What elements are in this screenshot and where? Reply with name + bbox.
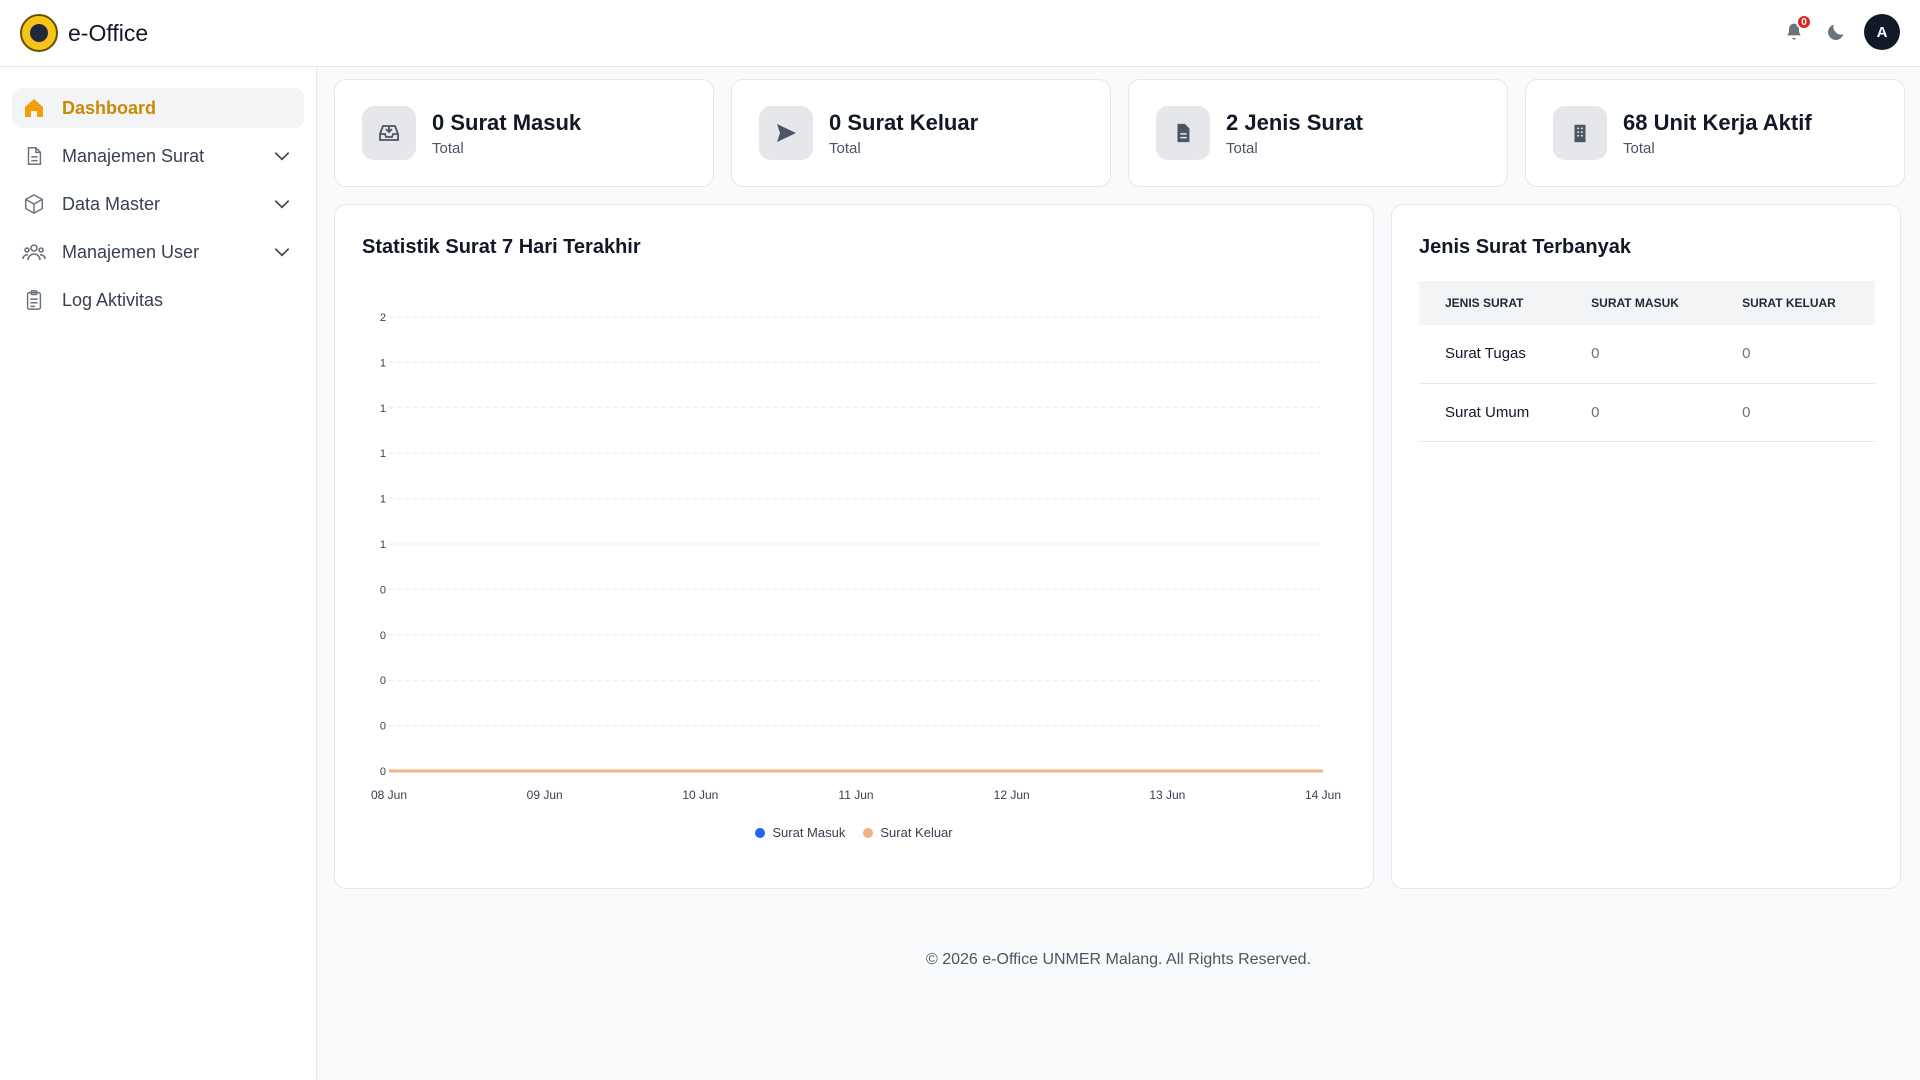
table-title: Jenis Surat Terbanyak (1419, 236, 1631, 258)
y-tick-label: 2 (380, 312, 386, 324)
x-tick-label: 10 Jun (682, 788, 718, 802)
y-tick-label: 0 (380, 721, 386, 733)
stat-card-unit-kerja[interactable]: 68 Unit Kerja Aktif Total (1525, 79, 1905, 187)
top-header: e-Office 0 A (0, 0, 1920, 67)
sidebar-item-label: Data Master (62, 193, 161, 214)
y-tick-label: 1 (380, 494, 386, 506)
brand[interactable]: e-Office (0, 14, 148, 52)
user-avatar[interactable]: A (1864, 14, 1900, 50)
table-card: Jenis Surat Terbanyak JENIS SURAT SURAT … (1391, 204, 1901, 889)
chart-legend: Surat Masuk Surat Keluar (335, 825, 1373, 840)
sidebar-item-manajemen-user[interactable]: Manajemen User (12, 232, 304, 272)
cube-icon (22, 192, 46, 216)
building-icon (1553, 106, 1607, 160)
stat-title: 0 Surat Masuk (432, 109, 582, 135)
table-cell: 0 (1716, 325, 1875, 384)
table-row: Surat Tugas 0 0 (1419, 325, 1875, 384)
stat-title: 0 Surat Keluar (829, 109, 979, 135)
sidebar-item-manajemen-surat[interactable]: Manajemen Surat (12, 136, 304, 176)
column-header: JENIS SURAT (1419, 281, 1566, 325)
table-header-row: JENIS SURAT SURAT MASUK SURAT KELUAR (1419, 281, 1875, 325)
stat-subtitle: Total (1226, 139, 1258, 157)
stat-title: 68 Unit Kerja Aktif (1623, 109, 1812, 135)
sidebar-item-log-aktivitas[interactable]: Log Aktivitas (12, 280, 304, 320)
document-icon (22, 144, 46, 168)
y-tick-label: 0 (380, 584, 386, 596)
dark-mode-toggle[interactable] (1822, 18, 1850, 46)
x-tick-label: 11 Jun (838, 788, 873, 802)
users-icon (22, 240, 46, 264)
chevron-down-icon (274, 152, 290, 161)
table-cell: Surat Umum (1419, 383, 1566, 442)
legend-dot (863, 827, 874, 838)
stat-title: 2 Jenis Surat (1226, 109, 1363, 135)
notification-button[interactable]: 0 (1780, 14, 1812, 46)
sidebar-item-label: Dashboard (62, 97, 157, 118)
y-tick-label: 1 (380, 357, 386, 369)
table-cell: 0 (1716, 383, 1875, 442)
y-tick-label: 0 (380, 630, 386, 642)
x-tick-label: 12 Jun (994, 788, 1030, 802)
sidebar-item-dashboard[interactable]: Dashboard (12, 88, 304, 128)
home-icon (22, 96, 46, 120)
stat-subtitle: Total (1623, 139, 1655, 157)
y-tick-label: 0 (380, 675, 386, 687)
moon-icon (1828, 24, 1844, 40)
chart-card: Statistik Surat 7 Hari Terakhir 00000111… (334, 204, 1374, 889)
sidebar-item-label: Manajemen User (62, 241, 200, 262)
chevron-down-icon (274, 200, 290, 209)
x-tick-label: 13 Jun (1149, 788, 1185, 802)
y-tick-label: 0 (380, 766, 386, 778)
table-cell: 0 (1565, 325, 1717, 384)
y-tick-label: 1 (380, 448, 386, 460)
stat-card-surat-keluar[interactable]: 0 Surat Keluar Total (731, 79, 1111, 187)
stat-card-jenis-surat[interactable]: 2 Jenis Surat Total (1128, 79, 1508, 187)
jenis-surat-table: JENIS SURAT SURAT MASUK SURAT KELUAR Sur… (1419, 281, 1875, 442)
column-header: SURAT MASUK (1565, 281, 1717, 325)
table-cell: Surat Tugas (1419, 325, 1566, 384)
sidebar-item-label: Manajemen Surat (62, 145, 205, 166)
clipboard-icon (22, 288, 46, 312)
legend-label: Surat Keluar (880, 825, 953, 840)
chevron-down-icon (274, 248, 290, 257)
send-icon (759, 106, 813, 160)
y-tick-label: 1 (380, 539, 386, 551)
stat-card-surat-masuk[interactable]: 0 Surat Masuk Total (334, 79, 714, 187)
notification-badge: 0 (1796, 14, 1812, 30)
x-tick-label: 09 Jun (527, 788, 563, 802)
legend-dot (755, 827, 766, 838)
legend-item-surat-keluar[interactable]: Surat Keluar (863, 825, 953, 840)
line-chart: 0 0 0 0 0 1 1 1 1 1 2 08 Jun 09 Jun 10 Jun 11 Jun 12 Ju… (371, 312, 1341, 802)
inbox-icon (362, 106, 416, 160)
legend-label: Surat Masuk (772, 825, 846, 840)
legend-item-surat-masuk[interactable]: Surat Masuk (755, 825, 845, 840)
footer-text: © 2026 e-Office UNMER Malang. All Rights… (926, 951, 1311, 968)
header-actions: 0 A (1780, 14, 1900, 50)
file-icon (1156, 106, 1210, 160)
sidebar: Dashboard Manajemen Surat Data Master Ma… (0, 67, 317, 1080)
stat-subtitle: Total (432, 139, 464, 157)
sidebar-item-label: Log Aktivitas (62, 289, 164, 310)
app-title: e-Office (68, 19, 149, 46)
table-cell: 0 (1565, 383, 1717, 442)
university-logo (20, 14, 58, 52)
column-header: SURAT KELUAR (1716, 281, 1875, 325)
sidebar-item-data-master[interactable]: Data Master (12, 184, 304, 224)
stat-subtitle: Total (829, 139, 861, 157)
y-tick-label: 1 (380, 403, 386, 415)
x-tick-label: 08 Jun (371, 788, 407, 802)
table-row: Surat Umum 0 0 (1419, 383, 1875, 442)
x-tick-label: 14 Jun (1305, 788, 1341, 802)
